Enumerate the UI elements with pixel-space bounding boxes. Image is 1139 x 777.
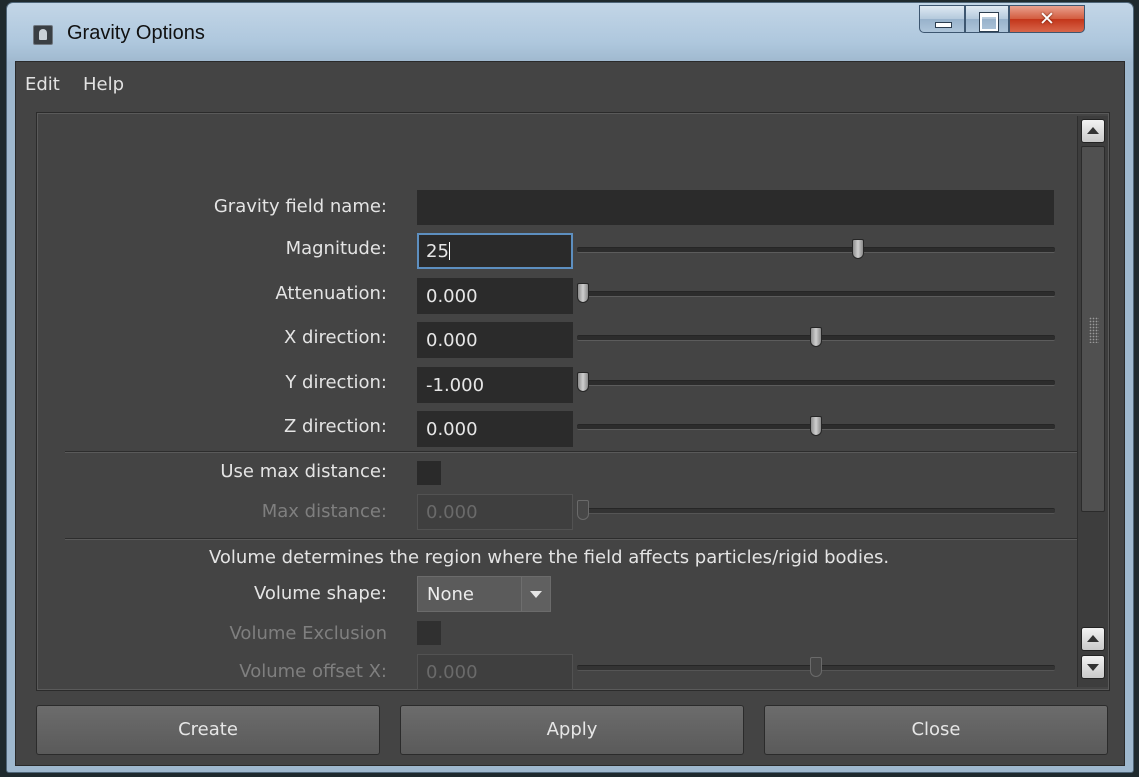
attenuation-input[interactable]: 0.000 [417, 278, 573, 314]
volume-offset-x-label: Volume offset X: [239, 661, 387, 682]
magnitude-label: Magnitude: [285, 238, 387, 259]
client-area: Edit Help Gravity field name: Magnitude:… [15, 61, 1125, 766]
x-direction-slider-handle[interactable] [810, 327, 822, 347]
close-window-button[interactable]: ✕ [1009, 5, 1085, 33]
separator [65, 451, 1085, 453]
gravity-field-name-input[interactable] [417, 190, 1054, 225]
attenuation-slider-handle[interactable] [577, 283, 589, 303]
max-distance-slider-track[interactable] [577, 508, 1055, 514]
max-distance-slider-handle[interactable] [577, 500, 589, 520]
x-direction-label: X direction: [284, 327, 387, 348]
window-title: Gravity Options [67, 22, 205, 44]
arrow-down-icon[interactable] [1081, 655, 1105, 679]
y-direction-slider-handle[interactable] [577, 372, 589, 392]
volume-shape-dropdown[interactable]: None [417, 576, 551, 612]
z-direction-slider-handle[interactable] [810, 416, 822, 436]
close-icon: ✕ [1039, 8, 1055, 30]
z-direction-input[interactable]: 0.000 [417, 411, 573, 447]
x-direction-input[interactable]: 0.000 [417, 322, 573, 358]
minimize-icon [935, 22, 952, 28]
volume-exclusion-label: Volume Exclusion [229, 623, 387, 644]
y-direction-input[interactable]: -1.000 [417, 367, 573, 403]
vertical-scrollbar[interactable] [1077, 116, 1108, 687]
arrow-up-icon[interactable] [1081, 627, 1105, 651]
gravity-field-name-label: Gravity field name: [213, 196, 387, 217]
y-direction-label: Y direction: [285, 372, 387, 393]
menu-help[interactable]: Help [83, 74, 124, 95]
attenuation-label: Attenuation: [275, 283, 387, 304]
chevron-down-icon[interactable] [521, 577, 550, 611]
close-button[interactable]: Close [764, 705, 1108, 755]
menu-bar: Edit Help [16, 62, 1124, 106]
menu-edit[interactable]: Edit [25, 74, 60, 95]
volume-offset-x-input[interactable]: 0.000 [417, 654, 573, 690]
gravity-options-window: Gravity Options ✕ Edit Help Gravity fiel… [6, 2, 1134, 773]
maximize-icon [980, 13, 998, 31]
options-panel: Gravity field name: Magnitude: 25 Attenu… [36, 112, 1110, 691]
volume-info-text: Volume determines the region where the f… [209, 547, 890, 568]
separator [65, 538, 1085, 540]
volume-shape-label: Volume shape: [253, 583, 387, 604]
title-bar[interactable]: Gravity Options ✕ [7, 3, 1133, 59]
maya-icon[interactable] [33, 25, 53, 45]
minimize-button[interactable] [919, 5, 965, 33]
max-distance-input[interactable]: 0.000 [417, 494, 573, 530]
use-max-distance-label: Use max distance: [220, 461, 387, 482]
use-max-distance-checkbox[interactable] [417, 461, 441, 485]
volume-offset-x-slider-handle[interactable] [810, 657, 822, 677]
z-direction-label: Z direction: [284, 416, 387, 437]
magnitude-slider-track[interactable] [577, 247, 1055, 253]
magnitude-slider-handle[interactable] [851, 239, 864, 259]
y-direction-slider-track[interactable] [577, 380, 1055, 386]
volume-shape-value: None [427, 584, 474, 605]
magnitude-input[interactable]: 25 [417, 233, 573, 269]
max-distance-label: Max distance: [261, 501, 387, 522]
grip-icon [1089, 317, 1099, 343]
scroll-up-button[interactable] [1081, 119, 1105, 143]
attenuation-slider-track[interactable] [577, 291, 1055, 297]
scrollbar-thumb[interactable] [1081, 146, 1105, 512]
apply-button[interactable]: Apply [400, 705, 744, 755]
volume-exclusion-checkbox[interactable] [417, 621, 441, 645]
maximize-button[interactable] [965, 5, 1009, 33]
create-button[interactable]: Create [36, 705, 380, 755]
